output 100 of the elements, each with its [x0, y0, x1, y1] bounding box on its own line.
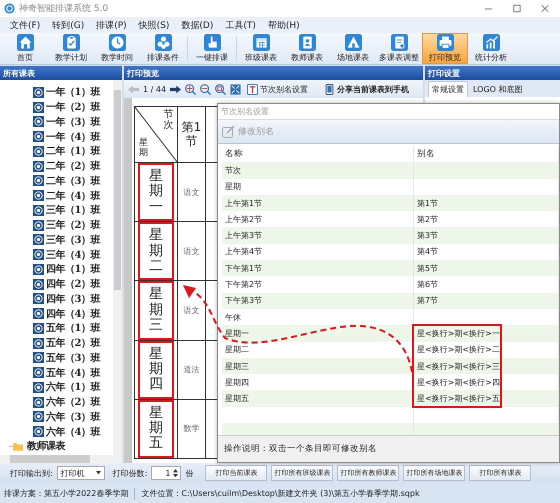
zoom-reset-icon[interactable] [215, 84, 226, 94]
class-icon [33, 131, 44, 142]
tree-item[interactable]: 五年（3）班 [46, 350, 100, 365]
table-cell: 星期四 [138, 340, 174, 399]
table-cell: 第7节 [417, 295, 438, 306]
menu-item[interactable]: 快照(S) [132, 18, 176, 32]
tree-item[interactable]: 一年（3）班 [46, 114, 100, 129]
tree-item[interactable]: 三年（4）班 [46, 248, 100, 262]
maximize-icon[interactable] [510, 3, 522, 14]
table-cell: 下午第2节 [225, 279, 262, 290]
class-icon [33, 411, 44, 422]
tree-item[interactable]: 四年（3）班 [46, 292, 100, 306]
tree-item[interactable]: 四年（1）班 [46, 262, 100, 276]
arrow-right-icon[interactable] [170, 84, 182, 94]
table-cell: 星<换行>期<换行>一 [417, 328, 500, 339]
tree-item[interactable]: 六年（4）班 [46, 424, 100, 439]
class-icon [33, 204, 44, 216]
toolbar-button[interactable]: 教学计划 [48, 33, 94, 64]
close-icon[interactable] [538, 3, 550, 14]
table-cell: 道法 [184, 365, 200, 374]
tree-item[interactable]: 五年（1）班 [46, 321, 100, 336]
menu-item[interactable]: 工具(T) [219, 18, 262, 32]
table-cell: 星期四 [225, 376, 249, 388]
class-icon [33, 278, 44, 290]
tree-item[interactable]: 五年（2）班 [46, 336, 100, 350]
table-cell: 第3节 [417, 230, 438, 242]
table-cell: 星期一 [138, 163, 174, 222]
table-row[interactable]: 上午第1节 第1节 [222, 194, 559, 212]
table-cell: 第6节 [417, 279, 438, 290]
table-row[interactable]: 下午第1节 第5节 [222, 260, 559, 276]
tree-item[interactable]: 三年（2）班 [46, 218, 100, 232]
tent-icon [344, 34, 362, 51]
table-cell: 星<换行>期<换行>三 [417, 360, 500, 372]
class-icon [33, 175, 44, 186]
class-icon [33, 308, 44, 320]
menu-item[interactable]: 数据(D) [175, 18, 220, 32]
tree-item[interactable]: 六年（3）班 [46, 410, 100, 424]
toolbar-button[interactable]: 多课表调整 [376, 33, 422, 64]
share-button[interactable]: 分享当前课表到手机 [322, 84, 412, 94]
chart-icon [482, 34, 500, 51]
tree-item[interactable]: 二年（1）班 [46, 144, 100, 158]
scrollbar[interactable] [0, 455, 122, 463]
zoom-out-icon[interactable] [200, 84, 212, 94]
toolbar-button[interactable]: 一键排课 [189, 33, 235, 64]
tab[interactable]: 常规设置 [428, 81, 468, 97]
zoom-in-icon[interactable] [185, 84, 196, 94]
alias-settings-button[interactable]: 节次别名设置 [245, 84, 310, 94]
tree-item[interactable]: 三年（1）班 [46, 203, 100, 218]
menu-item[interactable]: 转到(G) [46, 18, 90, 32]
field-label: 打印份数: [112, 468, 148, 478]
text-icon [247, 84, 258, 94]
tree-item[interactable]: 六年（2）班 [46, 395, 100, 410]
table-cell: 语文 [184, 246, 200, 256]
toolbar-button[interactable]: 首页 [2, 33, 48, 64]
table-row[interactable]: 节次 [222, 162, 559, 179]
toolbar-button[interactable]: 教师课表 [284, 33, 330, 64]
tree-item[interactable]: 一年（4）班 [46, 130, 100, 144]
toolbar-button[interactable]: 统计分析 [468, 33, 514, 64]
toolbar-button[interactable]: 场地课表 [330, 33, 376, 64]
tree-item[interactable]: 四年（4）班 [46, 306, 100, 321]
tree-item[interactable]: 教师课表 [27, 439, 65, 454]
table-row[interactable]: 下午第3节 第7节 [222, 292, 559, 309]
menu-item[interactable]: 排课(P) [90, 18, 133, 32]
tree-item[interactable]: 二年（2）班 [46, 159, 100, 174]
column-header: 别名 [417, 148, 435, 160]
menu-item[interactable]: 文件(F) [4, 18, 46, 32]
toolbar-button[interactable]: 教学时间 [94, 33, 140, 64]
menu-item[interactable]: 帮助(H) [262, 18, 306, 32]
scrollbar[interactable] [113, 80, 122, 455]
table-cell: 第4节 [417, 246, 438, 258]
field-label: 打印输出到: [10, 468, 53, 478]
unit-label: 份 [185, 468, 194, 478]
tree-item[interactable]: 五年（4）班 [46, 366, 100, 380]
tree-item[interactable]: 二年（3）班 [46, 174, 100, 188]
table-cell: 上午第2节 [225, 214, 262, 225]
table-cell: 上午第4节 [225, 246, 262, 258]
circles-icon [154, 34, 172, 51]
fit-page-icon[interactable] [230, 84, 242, 94]
table-cell: 星期 [225, 181, 241, 192]
tree-item[interactable]: 二年（4）班 [46, 188, 100, 203]
class-icon [33, 86, 44, 98]
copies-field[interactable]: 1 [151, 466, 182, 480]
table-row[interactable]: 上午第3节 第3节 [222, 227, 559, 244]
table-cell: 上午第1节 [225, 198, 262, 209]
table-cell: 星期三 [138, 281, 174, 340]
toolbar-button[interactable]: 打印预览 [422, 33, 468, 64]
spinner-icon[interactable] [173, 468, 178, 478]
tree-item[interactable]: 六年（1）班 [46, 380, 100, 394]
class-icon [33, 160, 44, 172]
tree-item[interactable]: 三年（3）班 [46, 232, 100, 247]
tree-item[interactable]: 一年（1）班 [46, 85, 100, 100]
class-icon [33, 338, 44, 349]
tree-item[interactable]: 四年（2）班 [46, 277, 100, 292]
tab[interactable]: LOGO 和底图 [470, 82, 526, 97]
app-logo-icon [4, 3, 15, 14]
printer-dropdown[interactable]: 打印机 [56, 466, 105, 480]
toolbar-button[interactable]: 排课条件 [140, 33, 186, 64]
toolbar-button[interactable]: 班级课表 [238, 33, 284, 64]
panel-header: 打印预览 [124, 66, 423, 80]
tree-item[interactable]: 一年（2）班 [46, 100, 100, 114]
